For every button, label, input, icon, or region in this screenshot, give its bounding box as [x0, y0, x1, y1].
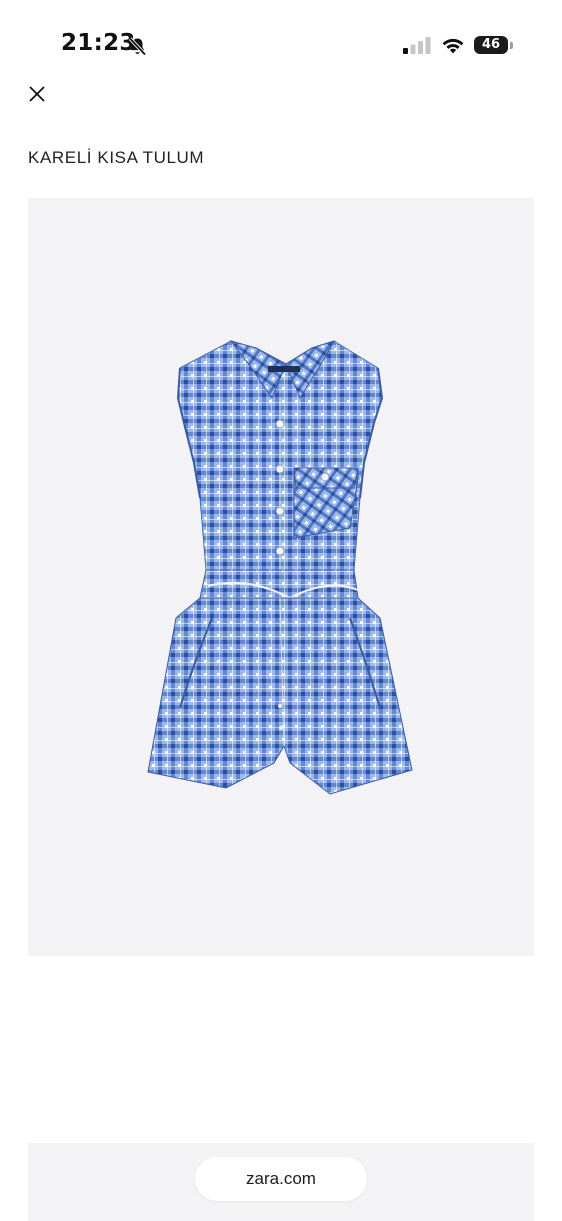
status-time: 21:23 — [61, 30, 136, 56]
bell-slash-icon — [128, 37, 147, 56]
close-icon[interactable] — [26, 83, 48, 105]
battery-cap — [510, 42, 513, 49]
signal-icon — [403, 37, 431, 54]
address-bar[interactable]: zara.com — [195, 1157, 367, 1201]
battery-icon: 46 — [474, 36, 508, 54]
status-bar: 21:23 46 — [0, 0, 562, 90]
checkered-romper-image — [147, 340, 413, 795]
product-title: KARELİ KISA TULUM — [28, 148, 205, 167]
product-image[interactable] — [28, 198, 534, 956]
wifi-icon — [442, 38, 464, 54]
